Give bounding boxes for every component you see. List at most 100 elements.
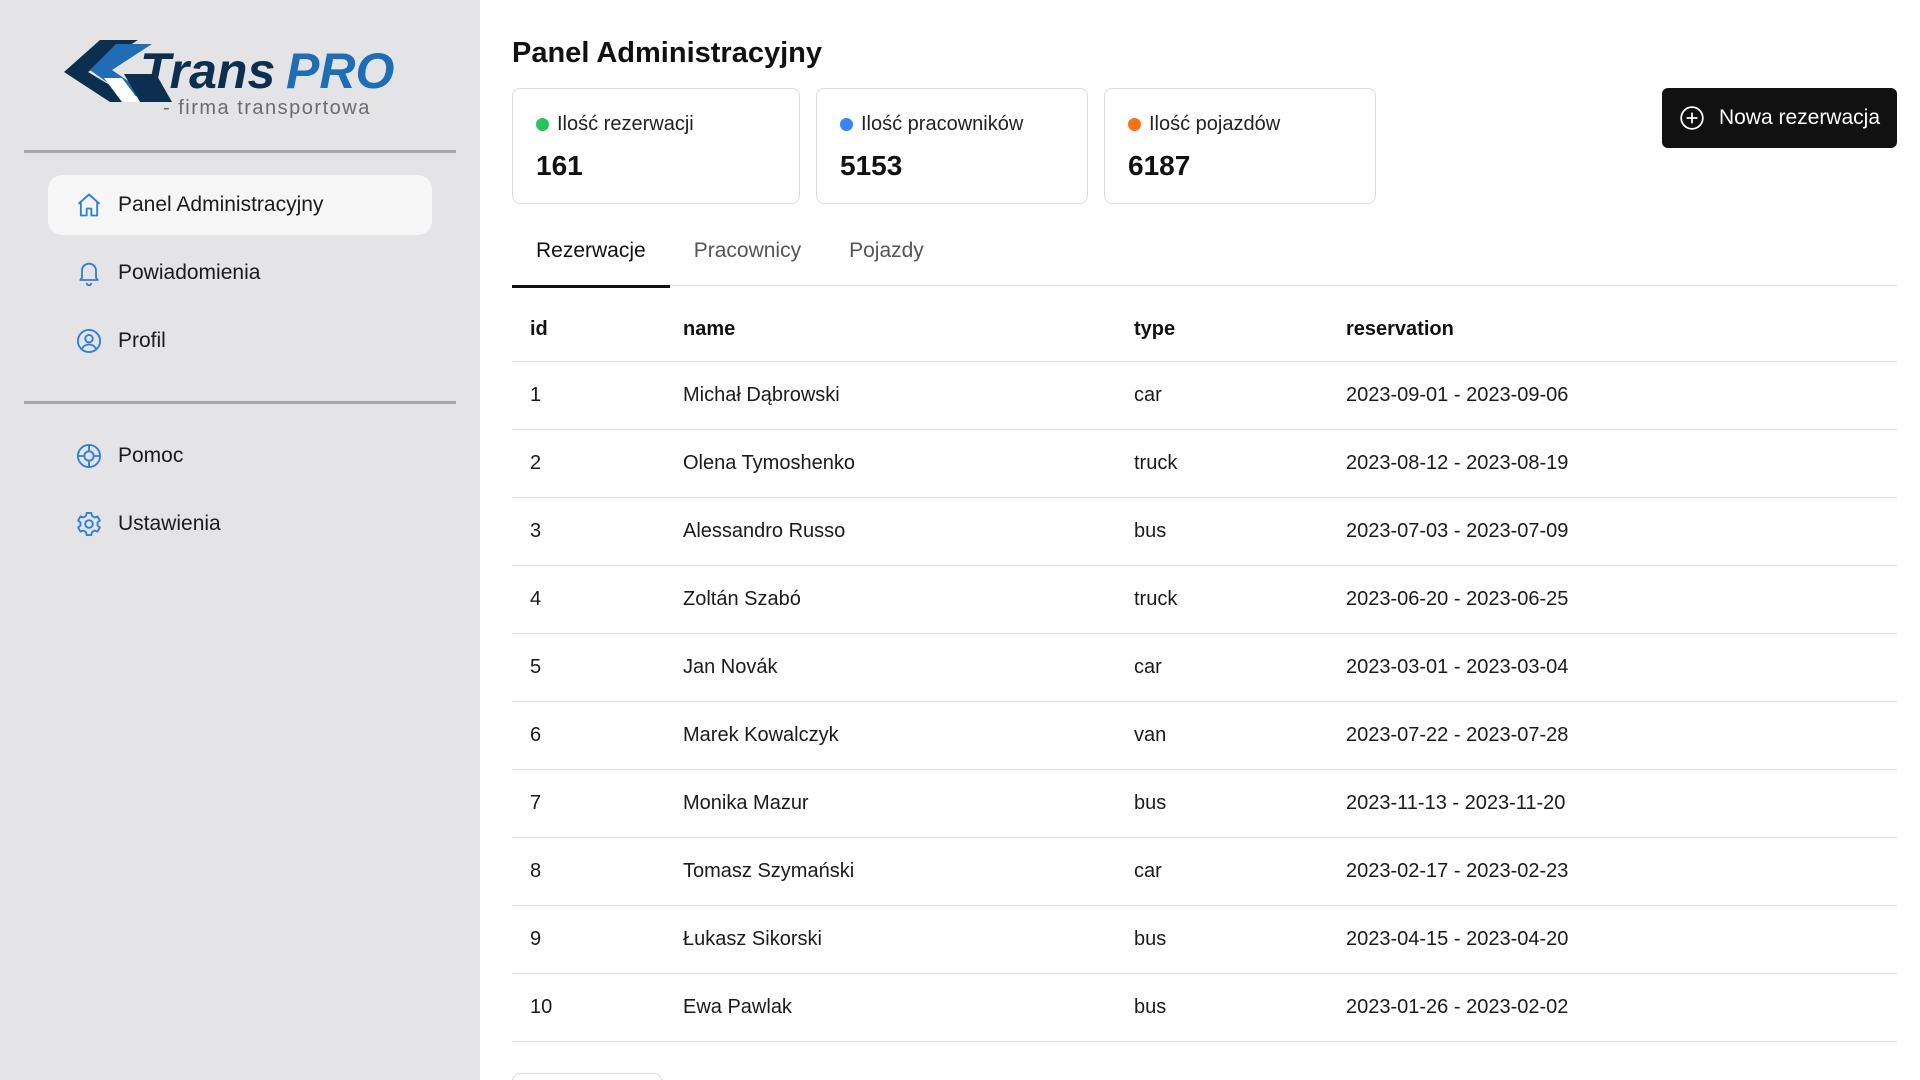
sidebar-item-panel-administracyjny[interactable]: Panel Administracyjny: [48, 175, 432, 235]
green-dot-icon: [536, 118, 549, 131]
pagination-button-partial[interactable]: [512, 1073, 662, 1080]
cell-reservation: 2023-07-03 - 2023-07-09: [1328, 497, 1897, 566]
brand-name-part2: PRO: [286, 43, 394, 99]
cell-id: 6: [512, 701, 665, 770]
table-row[interactable]: 6 Marek Kowalczyk van 2023-07-22 - 2023-…: [512, 701, 1897, 770]
table-header-row: id name type reservation: [512, 299, 1897, 362]
stat-value: 6187: [1128, 150, 1191, 181]
column-header-id[interactable]: id: [512, 299, 665, 362]
table-body: 1 Michał Dąbrowski car 2023-09-01 - 2023…: [512, 361, 1897, 1042]
cell-type: truck: [1116, 565, 1328, 634]
cell-id: 8: [512, 837, 665, 906]
reservations-table-wrap: id name type reservation 1 Michał Dąbrow…: [512, 299, 1897, 1042]
stat-label: Ilość pojazdów: [1149, 113, 1281, 135]
new-reservation-button[interactable]: Nowa rezerwacja: [1661, 88, 1897, 148]
plus-circle-icon: [1679, 105, 1705, 131]
gear-icon: [74, 509, 104, 539]
brand-name-part1: Trans: [140, 43, 275, 99]
table-row[interactable]: 5 Jan Novák car 2023-03-01 - 2023-03-04: [512, 633, 1897, 702]
bell-icon: [74, 258, 104, 288]
user-circle-icon: [74, 326, 104, 356]
cell-name: Ewa Pawlak: [665, 973, 1116, 1042]
table-row[interactable]: 7 Monika Mazur bus 2023-11-13 - 2023-11-…: [512, 769, 1897, 838]
column-header-name[interactable]: name: [665, 299, 1116, 362]
main-content: Panel Administracyjny Ilość rezerwacji 1…: [480, 0, 1920, 1080]
stats-cards: Ilość rezerwacji 161 Ilość pracowników 5…: [512, 88, 1376, 204]
blue-dot-icon: [840, 118, 853, 131]
sidebar-item-pomoc[interactable]: Pomoc: [48, 426, 432, 486]
transpro-logo-icon: Trans PRO - firma transportowa: [64, 40, 394, 119]
reservations-table: id name type reservation 1 Michał Dąbrow…: [512, 299, 1897, 1042]
cell-type: car: [1116, 837, 1328, 906]
cell-type: truck: [1116, 429, 1328, 498]
sidebar-item-label: Pomoc: [118, 444, 184, 467]
stat-card-pojazdy: Ilość pojazdów 6187: [1104, 88, 1376, 204]
app-root: Trans PRO - firma transportowa Panel Adm…: [0, 0, 1920, 1080]
cell-type: bus: [1116, 769, 1328, 838]
sidebar-primary-nav: Panel Administracyjny Powiadomienia Prof…: [24, 153, 456, 401]
table-row[interactable]: 9 Łukasz Sikorski bus 2023-04-15 - 2023-…: [512, 905, 1897, 974]
cell-name: Tomasz Szymański: [665, 837, 1116, 906]
cell-id: 4: [512, 565, 665, 634]
stat-label: Ilość pracowników: [861, 113, 1024, 135]
tab-pojazdy[interactable]: Pojazdy: [825, 226, 948, 286]
tab-pracownicy[interactable]: Pracownicy: [670, 226, 825, 286]
cell-reservation: 2023-04-15 - 2023-04-20: [1328, 905, 1897, 974]
cell-name: Jan Novák: [665, 633, 1116, 702]
cell-id: 3: [512, 497, 665, 566]
cell-reservation: 2023-07-22 - 2023-07-28: [1328, 701, 1897, 770]
sidebar-item-ustawienia[interactable]: Ustawienia: [48, 494, 432, 554]
table-row[interactable]: 1 Michał Dąbrowski car 2023-09-01 - 2023…: [512, 361, 1897, 430]
new-reservation-label: Nowa rezerwacja: [1718, 106, 1880, 129]
sidebar-item-label: Profil: [118, 329, 166, 352]
page-title: Panel Administracyjny: [512, 37, 822, 69]
cell-name: Marek Kowalczyk: [665, 701, 1116, 770]
orange-dot-icon: [1128, 118, 1141, 131]
column-header-reservation[interactable]: reservation: [1328, 299, 1897, 362]
cell-type: car: [1116, 361, 1328, 430]
cell-type: car: [1116, 633, 1328, 702]
cell-name: Michał Dąbrowski: [665, 361, 1116, 430]
cell-id: 5: [512, 633, 665, 702]
tabs: Rezerwacje Pracownicy Pojazdy: [512, 226, 1897, 288]
cell-reservation: 2023-02-17 - 2023-02-23: [1328, 837, 1897, 906]
sidebar-item-label: Ustawienia: [118, 512, 221, 535]
tab-rezerwacje[interactable]: Rezerwacje: [512, 226, 670, 288]
header-row: Ilość rezerwacji 161 Ilość pracowników 5…: [512, 88, 1897, 204]
home-icon: [74, 190, 104, 220]
cell-type: bus: [1116, 497, 1328, 566]
cell-name: Alessandro Russo: [665, 497, 1116, 566]
sidebar-item-powiadomienia[interactable]: Powiadomienia: [48, 243, 432, 303]
cell-reservation: 2023-01-26 - 2023-02-02: [1328, 973, 1897, 1042]
stat-label: Ilość rezerwacji: [557, 113, 694, 135]
brand-tagline: - firma transportowa: [163, 97, 371, 119]
cell-id: 7: [512, 769, 665, 838]
sidebar-item-label: Panel Administracyjny: [118, 193, 324, 216]
cell-id: 10: [512, 973, 665, 1042]
cell-reservation: 2023-06-20 - 2023-06-25: [1328, 565, 1897, 634]
cell-name: Zoltán Szabó: [665, 565, 1116, 634]
cell-type: bus: [1116, 973, 1328, 1042]
cell-reservation: 2023-11-13 - 2023-11-20: [1328, 769, 1897, 838]
column-header-type[interactable]: type: [1116, 299, 1328, 362]
cell-id: 1: [512, 361, 665, 430]
table-row[interactable]: 4 Zoltán Szabó truck 2023-06-20 - 2023-0…: [512, 565, 1897, 634]
cell-reservation: 2023-08-12 - 2023-08-19: [1328, 429, 1897, 498]
cell-type: van: [1116, 701, 1328, 770]
table-row[interactable]: 2 Olena Tymoshenko truck 2023-08-12 - 20…: [512, 429, 1897, 498]
stat-card-rezerwacje: Ilość rezerwacji 161: [512, 88, 800, 204]
stat-value: 161: [536, 150, 583, 181]
cell-reservation: 2023-09-01 - 2023-09-06: [1328, 361, 1897, 430]
table-row[interactable]: 8 Tomasz Szymański car 2023-02-17 - 2023…: [512, 837, 1897, 906]
cell-reservation: 2023-03-01 - 2023-03-04: [1328, 633, 1897, 702]
logo[interactable]: Trans PRO - firma transportowa: [24, 0, 456, 150]
sidebar-item-profil[interactable]: Profil: [48, 311, 432, 371]
cell-name: Olena Tymoshenko: [665, 429, 1116, 498]
cell-id: 2: [512, 429, 665, 498]
help-globe-icon: [74, 441, 104, 471]
cell-type: bus: [1116, 905, 1328, 974]
sidebar-secondary-nav: Pomoc Ustawienia: [24, 404, 456, 584]
cell-id: 9: [512, 905, 665, 974]
table-row[interactable]: 3 Alessandro Russo bus 2023-07-03 - 2023…: [512, 497, 1897, 566]
table-row[interactable]: 10 Ewa Pawlak bus 2023-01-26 - 2023-02-0…: [512, 973, 1897, 1042]
